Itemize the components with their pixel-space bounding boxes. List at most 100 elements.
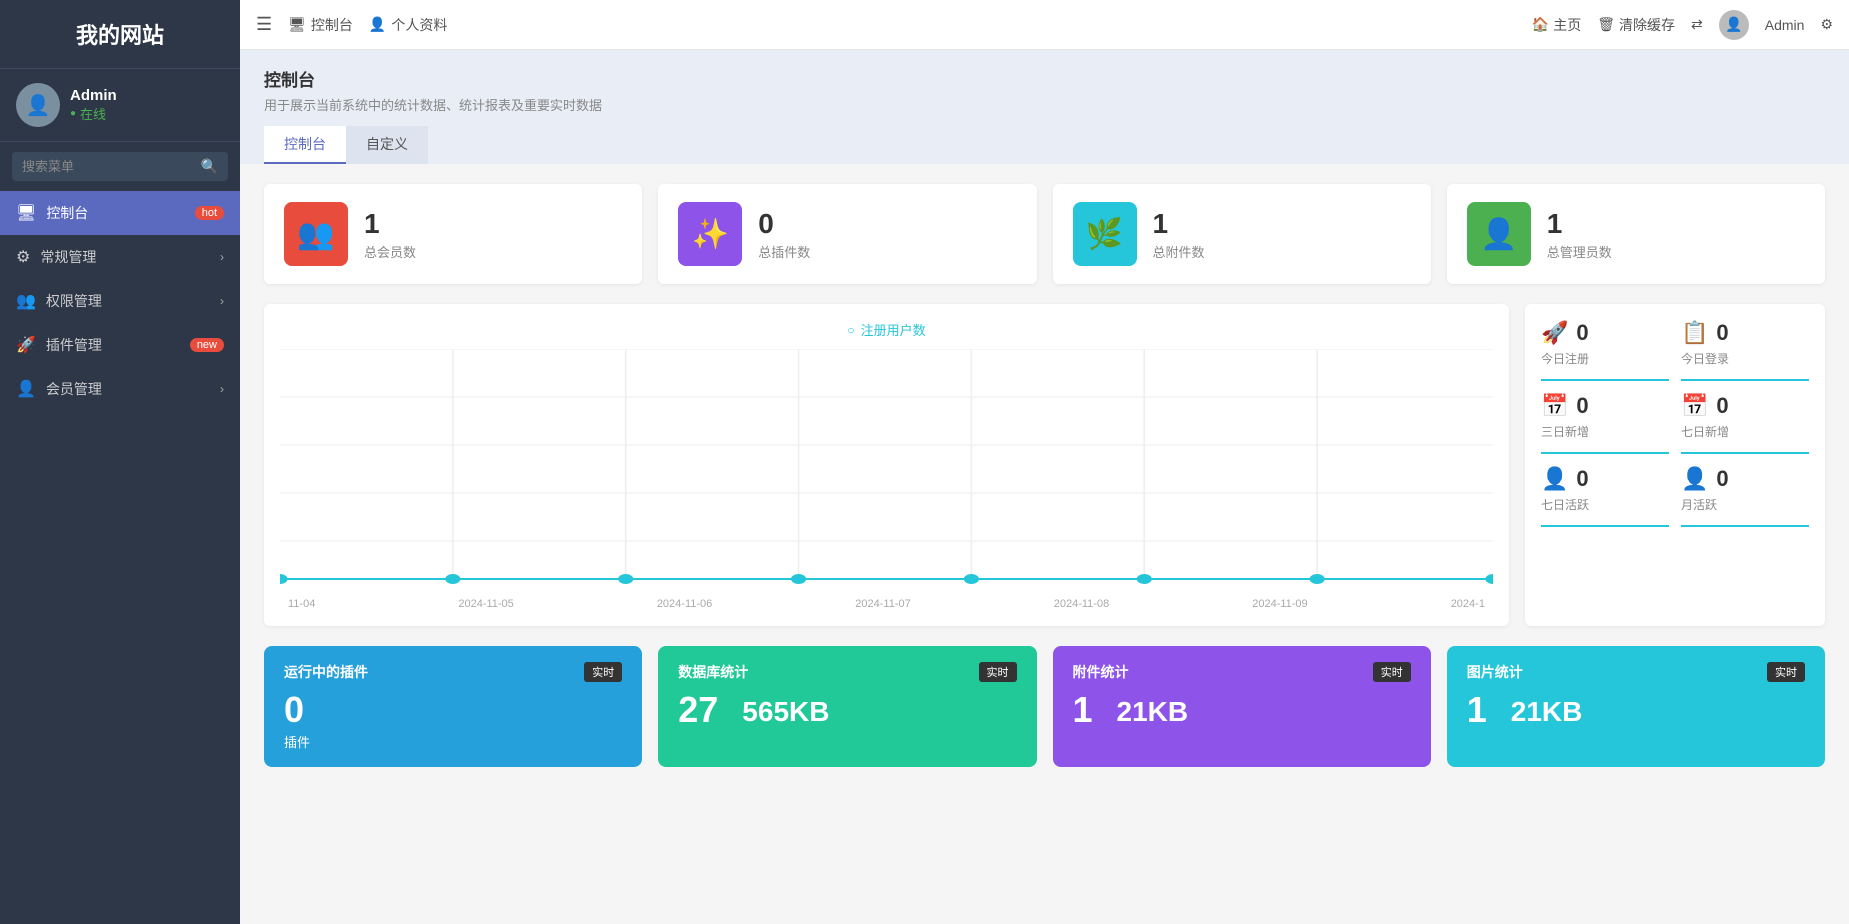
right-stats-grid: 🚀 0 今日注册 📋 0 今日登录 — [1541, 320, 1809, 527]
dashboard-icon: 🖥 — [16, 203, 36, 223]
sidebar-item-member[interactable]: 👤 会员管理 › — [0, 367, 240, 411]
card-num-block: 27 — [678, 692, 718, 728]
stat-label: 总插件数 — [758, 242, 810, 261]
sidebar-item-label: 控制台 — [46, 203, 194, 223]
hamburger-icon[interactable]: ☰ — [256, 14, 272, 35]
stat-label: 今日登录 — [1681, 350, 1729, 367]
sidebar-item-label: 权限管理 — [46, 291, 220, 311]
calendar-icon: 📅 — [1541, 393, 1568, 419]
stat-num: 0 — [1576, 393, 1588, 419]
user-icon: 👤 — [16, 379, 36, 399]
stat-label: 总附件数 — [1153, 242, 1205, 261]
right-stat-today-login: 📋 0 今日登录 — [1681, 320, 1809, 381]
card-header: 图片统计 实时 — [1467, 662, 1805, 682]
tab-dashboard[interactable]: 控制台 — [264, 126, 346, 164]
right-stats: 🚀 0 今日注册 📋 0 今日登录 — [1525, 304, 1825, 626]
card-nums: 1 21KB — [1073, 692, 1411, 728]
right-stat-7day-active: 👤 0 七日活跃 — [1541, 466, 1669, 527]
topbar-nav-dashboard[interactable]: 🖥 控制台 — [288, 15, 353, 35]
dashboard-icon: 🖥 — [288, 16, 306, 33]
avatar: 👤 — [1719, 10, 1749, 40]
stat-cards: 👥 1 总会员数 ✨ 0 总插件数 🌿 1 — [264, 184, 1825, 284]
stat-top: 🚀 0 — [1541, 320, 1589, 346]
card-num: 1 — [1073, 692, 1093, 728]
search-bar[interactable]: 🔍 — [12, 152, 228, 181]
card-header: 数据库统计 实时 — [678, 662, 1016, 682]
calendar-plus-icon: 📅 — [1681, 393, 1708, 419]
sidebar-item-general[interactable]: ⚙ 常规管理 › — [0, 235, 240, 279]
bottom-card-db: 数据库统计 实时 27 565KB — [658, 646, 1036, 767]
stat-info: 1 总会员数 — [364, 208, 416, 261]
inner-content: 👥 1 总会员数 ✨ 0 总插件数 🌿 1 — [240, 164, 1849, 787]
stat-info: 1 总管理员数 — [1547, 208, 1612, 261]
card-num: 1 — [1467, 692, 1487, 728]
fullscreen-button[interactable]: ⇄ — [1691, 16, 1703, 33]
topbar-nav-profile[interactable]: 👤 个人资料 — [369, 15, 447, 35]
bottom-card-running-plugins: 运行中的插件 实时 0 插件 — [264, 646, 642, 767]
topbar-left: ☰ 🖥 控制台 👤 个人资料 — [256, 14, 1516, 35]
user-month-icon: 👤 — [1681, 466, 1708, 492]
gear-icon: ⚙ — [16, 247, 30, 267]
card-nums: 1 21KB — [1467, 692, 1805, 728]
content-area: 控制台 用于展示当前系统中的统计数据、统计报表及重要实时数据 控制台 自定义 👥… — [240, 50, 1849, 924]
realtime-badge: 实时 — [1373, 662, 1411, 682]
members-icon: 👥 — [284, 202, 348, 266]
search-input[interactable] — [22, 159, 201, 174]
plugin-icon: ✨ — [678, 202, 742, 266]
page-header: 控制台 用于展示当前系统中的统计数据、统计报表及重要实时数据 控制台 自定义 — [240, 50, 1849, 164]
nav-badge-new: new — [190, 338, 224, 352]
tab-custom[interactable]: 自定义 — [346, 126, 428, 164]
home-link[interactable]: 🏠 主页 — [1532, 15, 1581, 35]
bottom-card-images: 图片统计 实时 1 21KB — [1447, 646, 1825, 767]
right-stat-today-register: 🚀 0 今日注册 — [1541, 320, 1669, 381]
chart-container: 注册用户数 — [264, 304, 1509, 626]
chevron-right-icon: › — [220, 294, 224, 308]
stat-top: 📅 0 — [1541, 393, 1589, 419]
sidebar-item-label: 插件管理 — [46, 335, 190, 355]
stat-label: 七日新增 — [1681, 423, 1729, 440]
stat-top: 👤 0 — [1681, 466, 1729, 492]
x-label: 2024-11-07 — [855, 598, 910, 610]
right-stat-7day: 📅 0 七日新增 — [1681, 393, 1809, 454]
clear-cache-button[interactable]: 🗑 清除缓存 — [1597, 15, 1675, 35]
user-icon: 👤 — [369, 16, 386, 33]
user-info: Admin 在线 — [70, 87, 117, 123]
stat-label: 总管理员数 — [1547, 242, 1612, 261]
stat-card-members: 👥 1 总会员数 — [264, 184, 642, 284]
stat-top: 📋 0 — [1681, 320, 1729, 346]
sidebar-item-label: 常规管理 — [40, 247, 220, 267]
sidebar-item-permission[interactable]: 👥 权限管理 › — [0, 279, 240, 323]
attachment-icon: 🌿 — [1073, 202, 1137, 266]
card-sub-block: 565KB — [742, 696, 829, 728]
stat-label: 七日活跃 — [1541, 496, 1589, 513]
card-num: 0 — [284, 692, 310, 728]
realtime-badge: 实时 — [979, 662, 1017, 682]
sidebar-item-plugin[interactable]: 🚀 插件管理 new — [0, 323, 240, 367]
bottom-card-attachments: 附件统计 实时 1 21KB — [1053, 646, 1431, 767]
stat-num: 0 — [1576, 320, 1588, 346]
right-stat-3day: 📅 0 三日新增 — [1541, 393, 1669, 454]
search-icon[interactable]: 🔍 — [201, 158, 218, 175]
stat-card-plugins: ✨ 0 总插件数 — [658, 184, 1036, 284]
topbar: ☰ 🖥 控制台 👤 个人资料 🏠 主页 🗑 清除缓存 ⇄ 👤 — [240, 0, 1849, 50]
stat-num: 0 — [1576, 466, 1588, 492]
x-label: 2024-11-08 — [1054, 598, 1109, 610]
chart-xaxis: 11-04 2024-11-05 2024-11-06 2024-11-07 2… — [280, 598, 1493, 610]
right-stat-month-active: 👤 0 月活跃 — [1681, 466, 1809, 527]
user-active-icon: 👤 — [1541, 466, 1568, 492]
realtime-badge: 实时 — [584, 662, 622, 682]
card-title: 数据库统计 — [678, 662, 748, 682]
settings-icon[interactable]: ⚙ — [1820, 16, 1833, 33]
stat-card-admins: 👤 1 总管理员数 — [1447, 184, 1825, 284]
user-name: Admin — [70, 87, 117, 104]
admin-label[interactable]: Admin — [1765, 17, 1805, 33]
sidebar-item-dashboard[interactable]: 🖥 控制台 hot — [0, 191, 240, 235]
topbar-right: 🏠 主页 🗑 清除缓存 ⇄ 👤 Admin ⚙ — [1532, 10, 1833, 40]
card-num-block: 1 — [1467, 692, 1487, 728]
expand-icon: ⇄ — [1691, 16, 1703, 33]
card-header: 运行中的插件 实时 — [284, 662, 622, 682]
x-label: 11-04 — [288, 598, 315, 610]
card-sub: 21KB — [1511, 696, 1583, 728]
sidebar: 我的网站 👤 Admin 在线 🔍 🖥 控制台 hot ⚙ 常规管理 › 👥 权… — [0, 0, 240, 924]
trash-icon: 🗑 — [1597, 16, 1615, 33]
